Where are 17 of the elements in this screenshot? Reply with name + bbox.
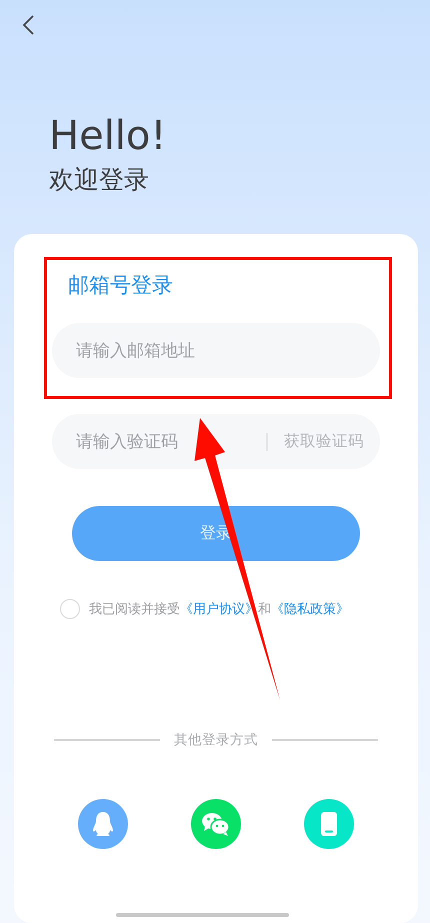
phone-icon [320, 811, 338, 837]
chat-bubbles-icon [201, 811, 231, 837]
other-methods-label: 其他登录方式 [174, 731, 258, 749]
welcome-subtitle: 欢迎登录 [49, 164, 150, 196]
email-field[interactable]: 请输入邮箱地址 [52, 323, 380, 378]
get-code-button[interactable]: 获取验证码 [284, 431, 364, 452]
privacy-policy-link[interactable]: 《隐私政策》 [271, 602, 349, 616]
agreement-checkbox[interactable] [60, 599, 80, 619]
greeting-heading: Hello! [49, 114, 168, 158]
back-icon [21, 14, 35, 36]
user-agreement-link[interactable]: 《用户协议》 [180, 602, 258, 616]
login-option-button[interactable] [191, 799, 241, 849]
login-option-button[interactable] [78, 799, 128, 849]
login-option-button[interactable] [304, 799, 354, 849]
form-title: 邮箱号登录 [67, 272, 174, 299]
agreement-text: 我已阅读并接受《用户协议》和《隐私政策》 [89, 600, 349, 618]
penguin-icon [92, 811, 114, 837]
